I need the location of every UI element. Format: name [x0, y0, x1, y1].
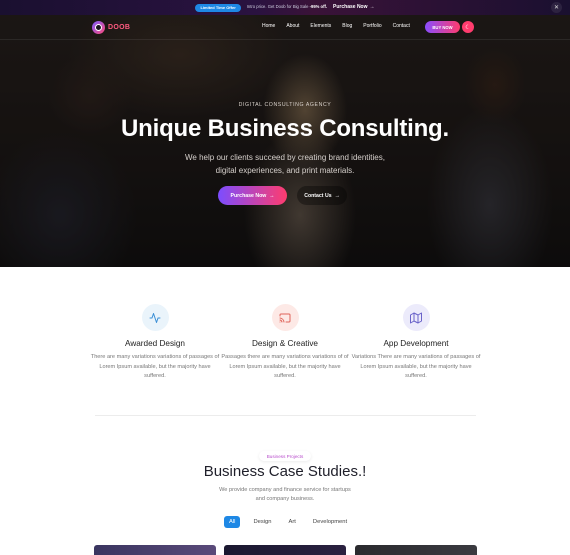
nav-item-about[interactable]: About — [286, 24, 299, 29]
hero-title: Unique Business Consulting. — [121, 115, 449, 142]
filter-all[interactable]: All — [224, 516, 241, 528]
theme-toggle-icon[interactable]: ☾ — [462, 21, 474, 33]
main-nav: DOOB Home About Elements Blog Portfolio … — [0, 15, 570, 40]
hero-section: DOOB Home About Elements Blog Portfolio … — [0, 15, 570, 267]
logo-mark-icon — [92, 21, 105, 34]
case-studies-description: We provide company and finance service f… — [219, 487, 351, 502]
filter-design[interactable]: Design — [249, 516, 275, 528]
portfolio-card[interactable] — [94, 545, 216, 555]
case-studies-badge: Business Projects — [259, 451, 311, 461]
promo-text-prefix: Intro price. Get Doob for Big Sale — [246, 4, 310, 10]
portfolio-filters: All Design Art Development — [224, 516, 351, 528]
nav-item-home[interactable]: Home — [262, 24, 275, 29]
service-description: There are many variations variations of … — [90, 354, 220, 379]
service-card: Design & Creative Passages there are man… — [220, 304, 350, 382]
purchase-now-label: Purchase Now — [230, 192, 267, 199]
arrow-right-icon: → — [269, 192, 275, 199]
nav-item-contact[interactable]: Contact — [393, 24, 410, 29]
portfolio-card[interactable] — [224, 545, 346, 555]
service-title: App Development — [383, 339, 449, 348]
promo-badge: Limited Time Offer — [195, 3, 241, 12]
hero-description: We help our clients succeed by creating … — [185, 153, 385, 175]
portfolio-card[interactable] — [355, 545, 477, 555]
nav-item-portfolio[interactable]: Portfolio — [363, 24, 381, 29]
service-description: Variations There are many variations of … — [351, 354, 481, 379]
activity-icon — [141, 304, 169, 331]
purchase-now-button[interactable]: Purchase Now → — [218, 186, 287, 205]
arrow-right-icon: → — [369, 4, 375, 10]
service-description: Passages there are many variations varia… — [221, 354, 349, 379]
promo-link-label: Purchase Now — [333, 4, 368, 10]
buy-now-button[interactable]: BUY NOW — [425, 21, 460, 33]
nav-item-elements[interactable]: Elements — [310, 24, 331, 29]
services-section: Awarded Design There are many variations… — [0, 267, 570, 417]
section-divider — [95, 415, 476, 416]
logo[interactable]: DOOB — [92, 21, 130, 34]
nav-menu: Home About Elements Blog Portfolio Conta… — [262, 24, 410, 29]
hero-kicker: DIGITAL CONSULTING AGENCY — [238, 102, 332, 108]
case-studies-title: Business Case Studies.! — [203, 463, 367, 480]
filter-art[interactable]: Art — [285, 516, 300, 528]
service-card: Awarded Design There are many variations… — [90, 304, 220, 382]
cast-icon — [271, 304, 299, 331]
contact-us-button[interactable]: Contact Us → — [297, 186, 347, 205]
promo-discount: -95% off. — [309, 4, 328, 10]
arrow-right-icon: → — [334, 192, 340, 199]
promo-bar: Limited Time Offer Intro price. Get Doob… — [0, 0, 570, 15]
page: Limited Time Offer Intro price. Get Doob… — [0, 0, 570, 555]
nav-item-blog[interactable]: Blog — [342, 24, 352, 29]
map-icon — [402, 304, 430, 331]
contact-us-label: Contact Us — [304, 192, 332, 199]
promo-purchase-link[interactable]: Purchase Now → — [333, 5, 374, 10]
filter-development[interactable]: Development — [309, 516, 351, 528]
promo-text: Intro price. Get Doob for Big Sale -95% … — [247, 5, 327, 9]
service-card: App Development Variations There are man… — [351, 304, 481, 382]
logo-text: DOOB — [108, 24, 131, 31]
service-title: Awarded Design — [125, 339, 185, 348]
service-title: Design & Creative — [252, 339, 318, 348]
close-icon[interactable]: ✕ — [551, 2, 562, 13]
